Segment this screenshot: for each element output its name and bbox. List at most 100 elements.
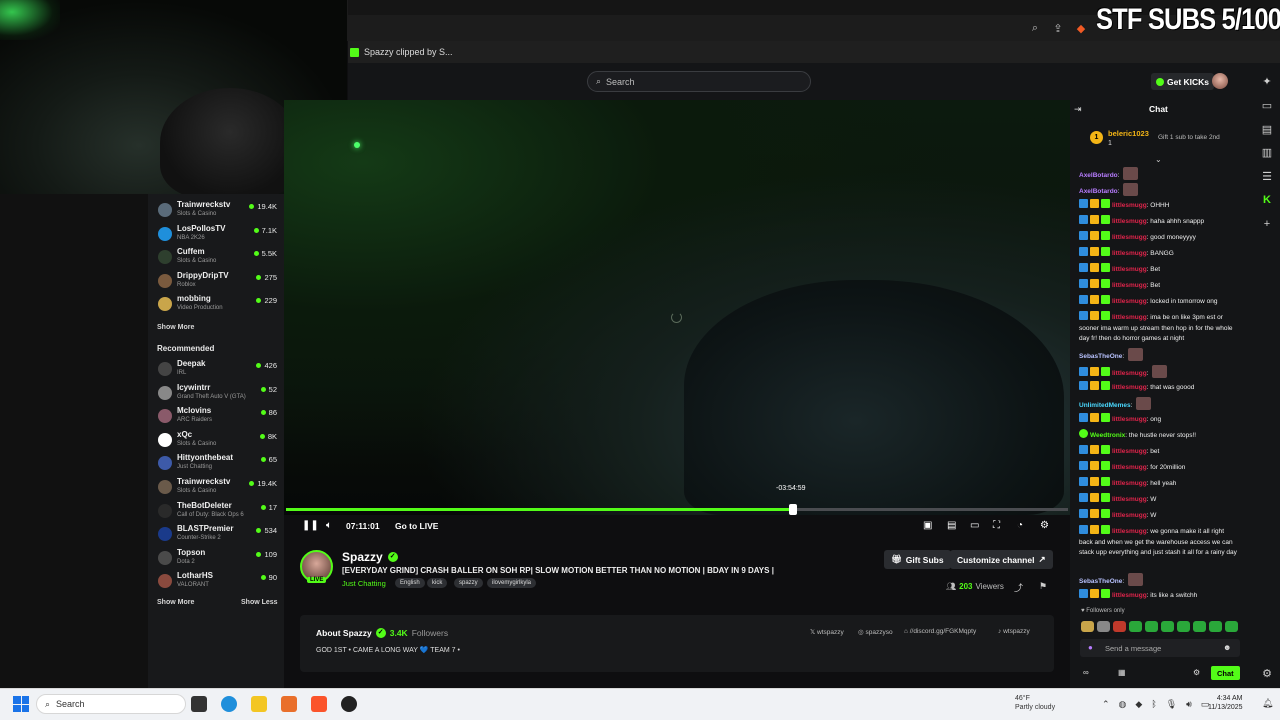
- media-icon[interactable]: ▭: [1260, 98, 1274, 112]
- bluetooth-icon[interactable]: ᛒ: [1151, 699, 1156, 710]
- sidebar-channel-item[interactable]: Hittyonthebeat Just Chatting 65: [158, 452, 280, 475]
- system-clock[interactable]: 4:34 AM 11/13/2025: [1208, 694, 1243, 712]
- social-discord-link[interactable]: ⌂ //discord.gg/FGKMqpty: [904, 628, 976, 635]
- chat-username[interactable]: littlesmugg: [1112, 266, 1147, 273]
- chat-username[interactable]: UnlimitedMemes: [1079, 402, 1131, 409]
- tag[interactable]: English: [395, 578, 425, 588]
- chat-username[interactable]: littlesmugg: [1112, 202, 1147, 209]
- volume-icon[interactable]: 🔈︎: [326, 520, 332, 531]
- pause-icon[interactable]: ❚❚: [302, 520, 319, 531]
- fullscreen-icon[interactable]: ⛶: [993, 520, 1000, 531]
- chat-username[interactable]: littlesmugg: [1112, 370, 1147, 377]
- chat-username[interactable]: littlesmugg: [1112, 416, 1147, 423]
- chat-info-icon[interactable]: ∞: [1083, 668, 1089, 677]
- emote-icon[interactable]: [1145, 621, 1158, 632]
- reading-list-icon[interactable]: ☰: [1260, 169, 1274, 183]
- emote-bar[interactable]: [1081, 621, 1238, 632]
- emote-icon[interactable]: [1225, 621, 1238, 632]
- emote-icon[interactable]: [1209, 621, 1222, 632]
- notifications-icon[interactable]: 🔔︎: [1262, 698, 1273, 709]
- chat-calendar-icon[interactable]: ▦: [1118, 668, 1126, 677]
- sidebar-channel-item[interactable]: Cuffem Slots & Casino 5.5K: [158, 246, 280, 269]
- emote-icon[interactable]: [1161, 621, 1174, 632]
- share-icon[interactable]: ⇪: [1051, 21, 1065, 35]
- chat-username[interactable]: littlesmugg: [1112, 282, 1147, 289]
- sidebar-channel-item[interactable]: Trainwreckstv Slots & Casino 19.4K: [158, 199, 280, 222]
- mic-icon[interactable]: 🎙︎: [1166, 699, 1177, 710]
- chat-username[interactable]: Weedtronix: [1090, 432, 1125, 439]
- task-view-icon[interactable]: [191, 696, 207, 712]
- category-link[interactable]: Just Chatting: [342, 579, 386, 588]
- emote-icon[interactable]: [1177, 621, 1190, 632]
- windows-start-icon[interactable]: [13, 696, 29, 712]
- chat-username[interactable]: AxelBotardo: [1079, 188, 1118, 195]
- sidebar-channel-item[interactable]: Deepak IRL 426: [158, 358, 280, 381]
- emote-icon[interactable]: [1113, 621, 1126, 632]
- tag[interactable]: spazzy: [454, 578, 483, 588]
- video-player[interactable]: [284, 100, 1070, 515]
- mic-icon[interactable]: ●: [1088, 643, 1093, 652]
- user-avatar[interactable]: [1212, 73, 1228, 89]
- chat-username[interactable]: SebasTheOne: [1079, 353, 1122, 360]
- speaker-icon[interactable]: 🔊︎: [1186, 699, 1192, 710]
- sidebar-channel-item[interactable]: LosPollosTV NBA 2K26 7.1K: [158, 223, 280, 246]
- wallet-icon[interactable]: ▤: [1260, 122, 1274, 136]
- show-more-recommended-button[interactable]: Show More: [157, 599, 194, 606]
- chat-username[interactable]: littlesmugg: [1112, 528, 1147, 535]
- sidebar-channel-item[interactable]: LotharHS VALORANT 90: [158, 570, 280, 593]
- send-chat-button[interactable]: Chat: [1211, 666, 1240, 680]
- show-more-button[interactable]: Show More: [157, 324, 194, 331]
- sidebar-channel-item[interactable]: TheBotDeleter Call of Duty: Black Ops 6 17: [158, 500, 280, 523]
- chat-username[interactable]: littlesmugg: [1112, 592, 1147, 599]
- emote-icon[interactable]: [1129, 621, 1142, 632]
- speed-icon[interactable]: ◔: [1017, 520, 1023, 531]
- chat-username[interactable]: littlesmugg: [1112, 298, 1147, 305]
- report-icon[interactable]: ⚑: [1039, 581, 1047, 592]
- sidebar-channel-item[interactable]: BLASTPremier Counter-Strike 2 534: [158, 523, 280, 546]
- settings-icon[interactable]: ⚙: [1260, 666, 1274, 680]
- seek-handle[interactable]: [788, 504, 797, 515]
- brave-tray-icon[interactable]: ◆: [1135, 699, 1142, 710]
- settings-gear-icon[interactable]: ⚙: [1040, 520, 1049, 531]
- mini-player-icon[interactable]: ▣: [923, 520, 932, 531]
- chat-input[interactable]: Send a message: [1080, 639, 1240, 657]
- chat-username[interactable]: littlesmugg: [1112, 218, 1147, 225]
- chat-username[interactable]: littlesmugg: [1112, 496, 1147, 503]
- sidebar-channel-item[interactable]: Topson Dota 2 109: [158, 547, 280, 570]
- chat-username[interactable]: littlesmugg: [1112, 464, 1147, 471]
- chat-username[interactable]: SebasTheOne: [1079, 578, 1122, 585]
- file-explorer-icon[interactable]: [251, 696, 267, 712]
- network-icon[interactable]: ◍: [1119, 699, 1127, 710]
- sidebar-channel-item[interactable]: Mclovins ARC Raiders 86: [158, 405, 280, 428]
- chat-username[interactable]: AxelBotardo: [1079, 172, 1118, 179]
- customize-channel-button[interactable]: Customize channel ↗: [950, 550, 1053, 569]
- brave-shield-icon[interactable]: ◆: [1074, 21, 1088, 35]
- pin-icon[interactable]: ✦: [1260, 74, 1274, 88]
- go-to-live-button[interactable]: Go to LIVE: [395, 521, 438, 531]
- chevron-up-icon[interactable]: ⌃: [1102, 699, 1110, 710]
- clip-icon[interactable]: ▤: [947, 520, 956, 531]
- tag[interactable]: kick: [427, 578, 448, 588]
- emote-icon[interactable]: [1081, 621, 1094, 632]
- brave-icon[interactable]: [311, 696, 327, 712]
- show-less-button[interactable]: Show Less: [241, 599, 278, 606]
- app-icon[interactable]: [281, 696, 297, 712]
- sidebar-channel-item[interactable]: xQc Slots & Casino 8K: [158, 429, 280, 452]
- collapse-chat-icon[interactable]: ⇥: [1074, 104, 1082, 115]
- emoji-picker-icon[interactable]: ☻: [1223, 643, 1231, 652]
- emote-icon[interactable]: [1193, 621, 1206, 632]
- sidebar-channel-item[interactable]: DrippyDripTV Roblox 275: [158, 270, 280, 293]
- emote-icon[interactable]: [1097, 621, 1110, 632]
- share-icon[interactable]: ⤴: [1014, 581, 1023, 594]
- chat-username[interactable]: littlesmugg: [1112, 384, 1147, 391]
- theater-mode-icon[interactable]: ▭: [970, 520, 979, 531]
- chat-username[interactable]: littlesmugg: [1112, 314, 1147, 321]
- edge-icon[interactable]: [221, 696, 237, 712]
- channel-name[interactable]: Spazzy ✓: [342, 550, 398, 564]
- kick-app-icon[interactable]: K: [1260, 193, 1274, 207]
- taskbar-search[interactable]: ⌕ Search: [36, 694, 186, 714]
- obs-icon[interactable]: [341, 696, 357, 712]
- chat-settings-icon[interactable]: ⚙: [1193, 668, 1200, 677]
- chat-username[interactable]: littlesmugg: [1112, 448, 1147, 455]
- chat-username[interactable]: littlesmugg: [1112, 512, 1147, 519]
